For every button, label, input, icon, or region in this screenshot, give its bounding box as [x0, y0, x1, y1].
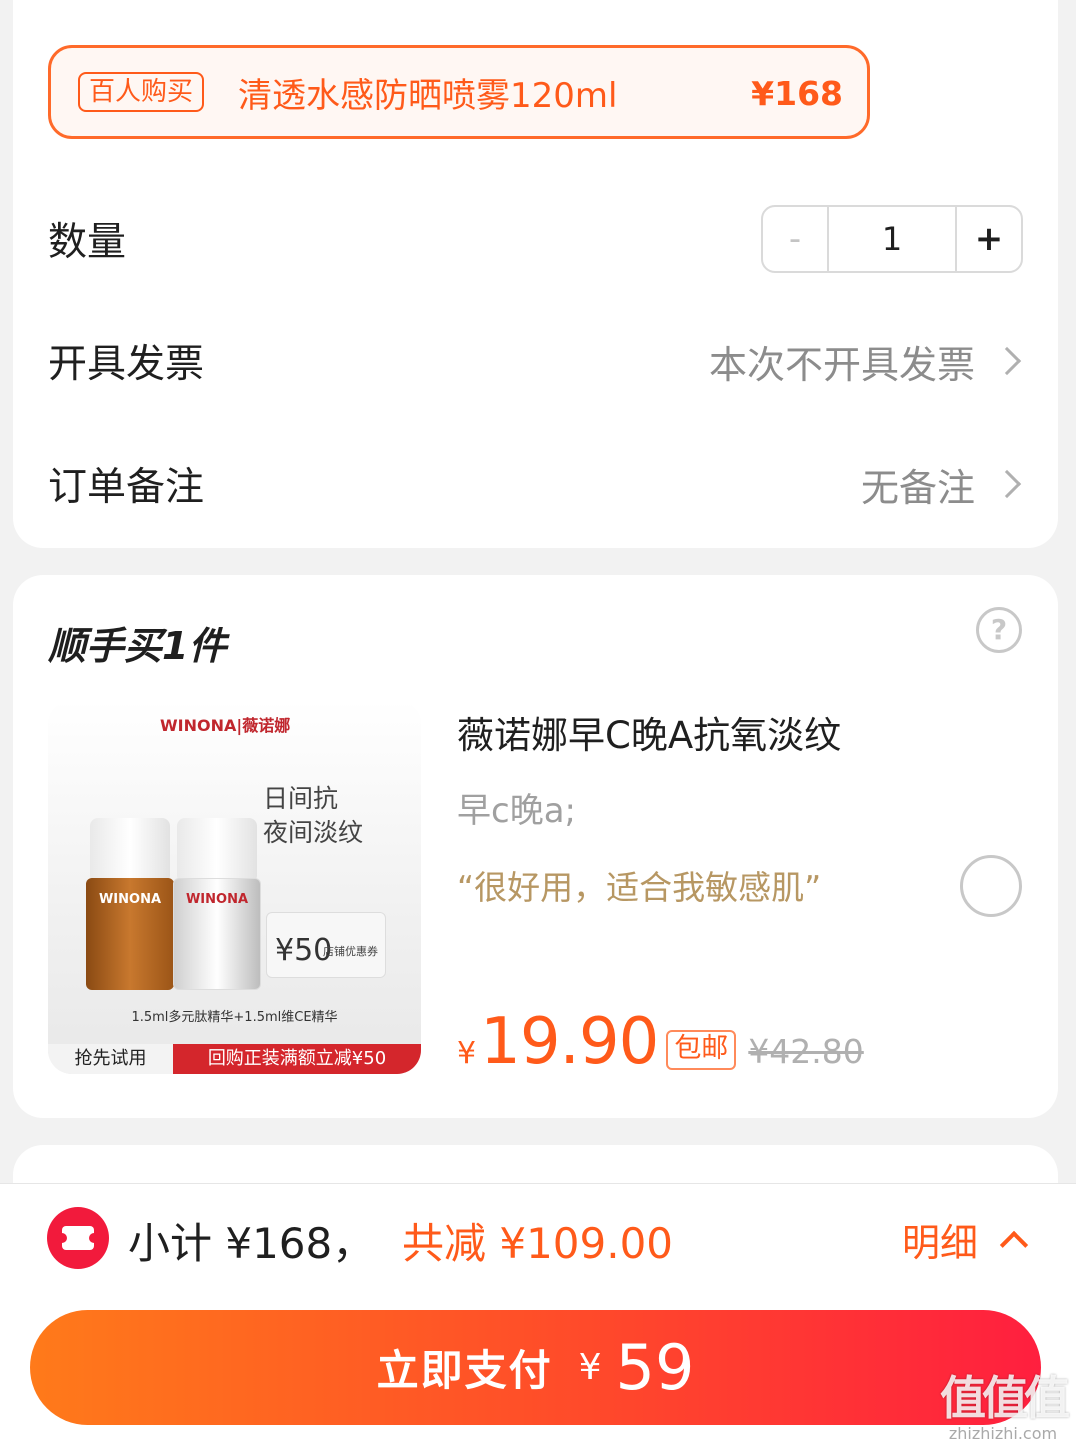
selected-product-name: 清透水感防晒喷雾120ml [238, 75, 618, 116]
remark-row[interactable]: 订单备注 无备注 [48, 449, 1023, 519]
addon-title: 顺手买1件 [48, 624, 227, 668]
pay-currency: ¥ [578, 1347, 602, 1388]
order-options-card: 百人购买 清透水感防晒喷雾120ml ¥168 数量 - 1 + 开具发票 本次… [13, 0, 1058, 548]
addon-product-image[interactable]: WINONA|薇诺娜 日间抗 夜间淡纹 WINONA WINONA ¥50 店铺… [48, 700, 421, 1074]
watermark-logo: 值值值 [940, 1371, 1070, 1425]
image-coupon: ¥50 店铺优惠券 [266, 912, 386, 978]
chevron-right-icon [992, 469, 1022, 499]
invoice-value: 本次不开具发票 [708, 342, 975, 387]
image-footer: 抢先试用 回购正装满额立减¥50 [48, 1044, 421, 1074]
quantity-row: 数量 - 1 + [48, 204, 1023, 274]
trial-tag: 抢先试用 [48, 1044, 173, 1074]
invoice-label: 开具发票 [48, 342, 205, 387]
image-caption: 1.5ml多元肽精华+1.5ml维CE精华 [131, 1010, 338, 1025]
watermark-url: zhizhizhi.com [948, 1424, 1058, 1443]
addon-select-radio[interactable] [960, 855, 1022, 917]
price-currency: ¥ [457, 1036, 477, 1071]
addon-product-name[interactable]: 薇诺娜早C晚A抗氧淡纹 [457, 705, 841, 759]
pay-label: 立即支付 [376, 1346, 553, 1395]
quantity-stepper: - 1 + [761, 205, 1023, 273]
amber-bottle: WINONA [86, 818, 174, 990]
addon-product-review: “很好用，适合我敏感肌” [457, 868, 822, 907]
addon-price-row: ¥ 19.90 包邮 ¥42.80 [457, 1005, 864, 1079]
original-price: ¥42.80 [748, 1032, 864, 1071]
decrease-button[interactable]: - [763, 207, 829, 271]
invoice-row[interactable]: 开具发票 本次不开具发票 [48, 326, 1023, 396]
remark-value: 无备注 [860, 465, 975, 510]
help-icon[interactable]: ? [976, 607, 1022, 653]
promo-tag: 百人购买 [78, 72, 205, 112]
price-detail-button[interactable]: 明细 [901, 1212, 1029, 1267]
clear-bottle: WINONA [173, 818, 261, 990]
free-shipping-badge: 包邮 [666, 1030, 737, 1070]
detail-label: 明细 [901, 1221, 978, 1265]
pay-now-button[interactable]: 立即支付 ¥ 59 [30, 1310, 1041, 1425]
image-brand-logo: WINONA|薇诺娜 [160, 716, 291, 735]
remark-label: 订单备注 [48, 465, 205, 510]
quantity-input[interactable]: 1 [829, 220, 955, 258]
discount-text: 共减 ¥109.00 [402, 1219, 674, 1268]
addon-price: 19.90 [480, 1005, 659, 1079]
coupon-icon[interactable] [47, 1207, 109, 1269]
subtotal-text: 小计 ¥168， [128, 1219, 375, 1268]
chevron-up-icon [999, 1230, 1029, 1259]
rebuy-tag: 回购正装满额立减¥50 [173, 1044, 421, 1074]
quantity-label: 数量 [48, 220, 127, 265]
increase-button[interactable]: + [955, 207, 1021, 271]
image-slogan: 日间抗 夜间淡纹 [263, 784, 364, 847]
watermark: 值值值 zhizhizhi.com [940, 1362, 1070, 1443]
selected-product-bar[interactable]: 百人购买 清透水感防晒喷雾120ml ¥168 [48, 45, 870, 139]
addon-product-spec: 早c晚a; [457, 791, 576, 831]
checkout-bar: 小计 ¥168， 共减 ¥109.00 明细 立即支付 ¥ 59 [0, 1183, 1076, 1447]
selected-product-price: ¥168 [751, 74, 843, 113]
addon-card: 顺手买1件 ? WINONA|薇诺娜 日间抗 夜间淡纹 WINONA WINON… [13, 575, 1058, 1118]
pay-amount: 59 [615, 1331, 695, 1404]
chevron-right-icon [992, 346, 1022, 376]
